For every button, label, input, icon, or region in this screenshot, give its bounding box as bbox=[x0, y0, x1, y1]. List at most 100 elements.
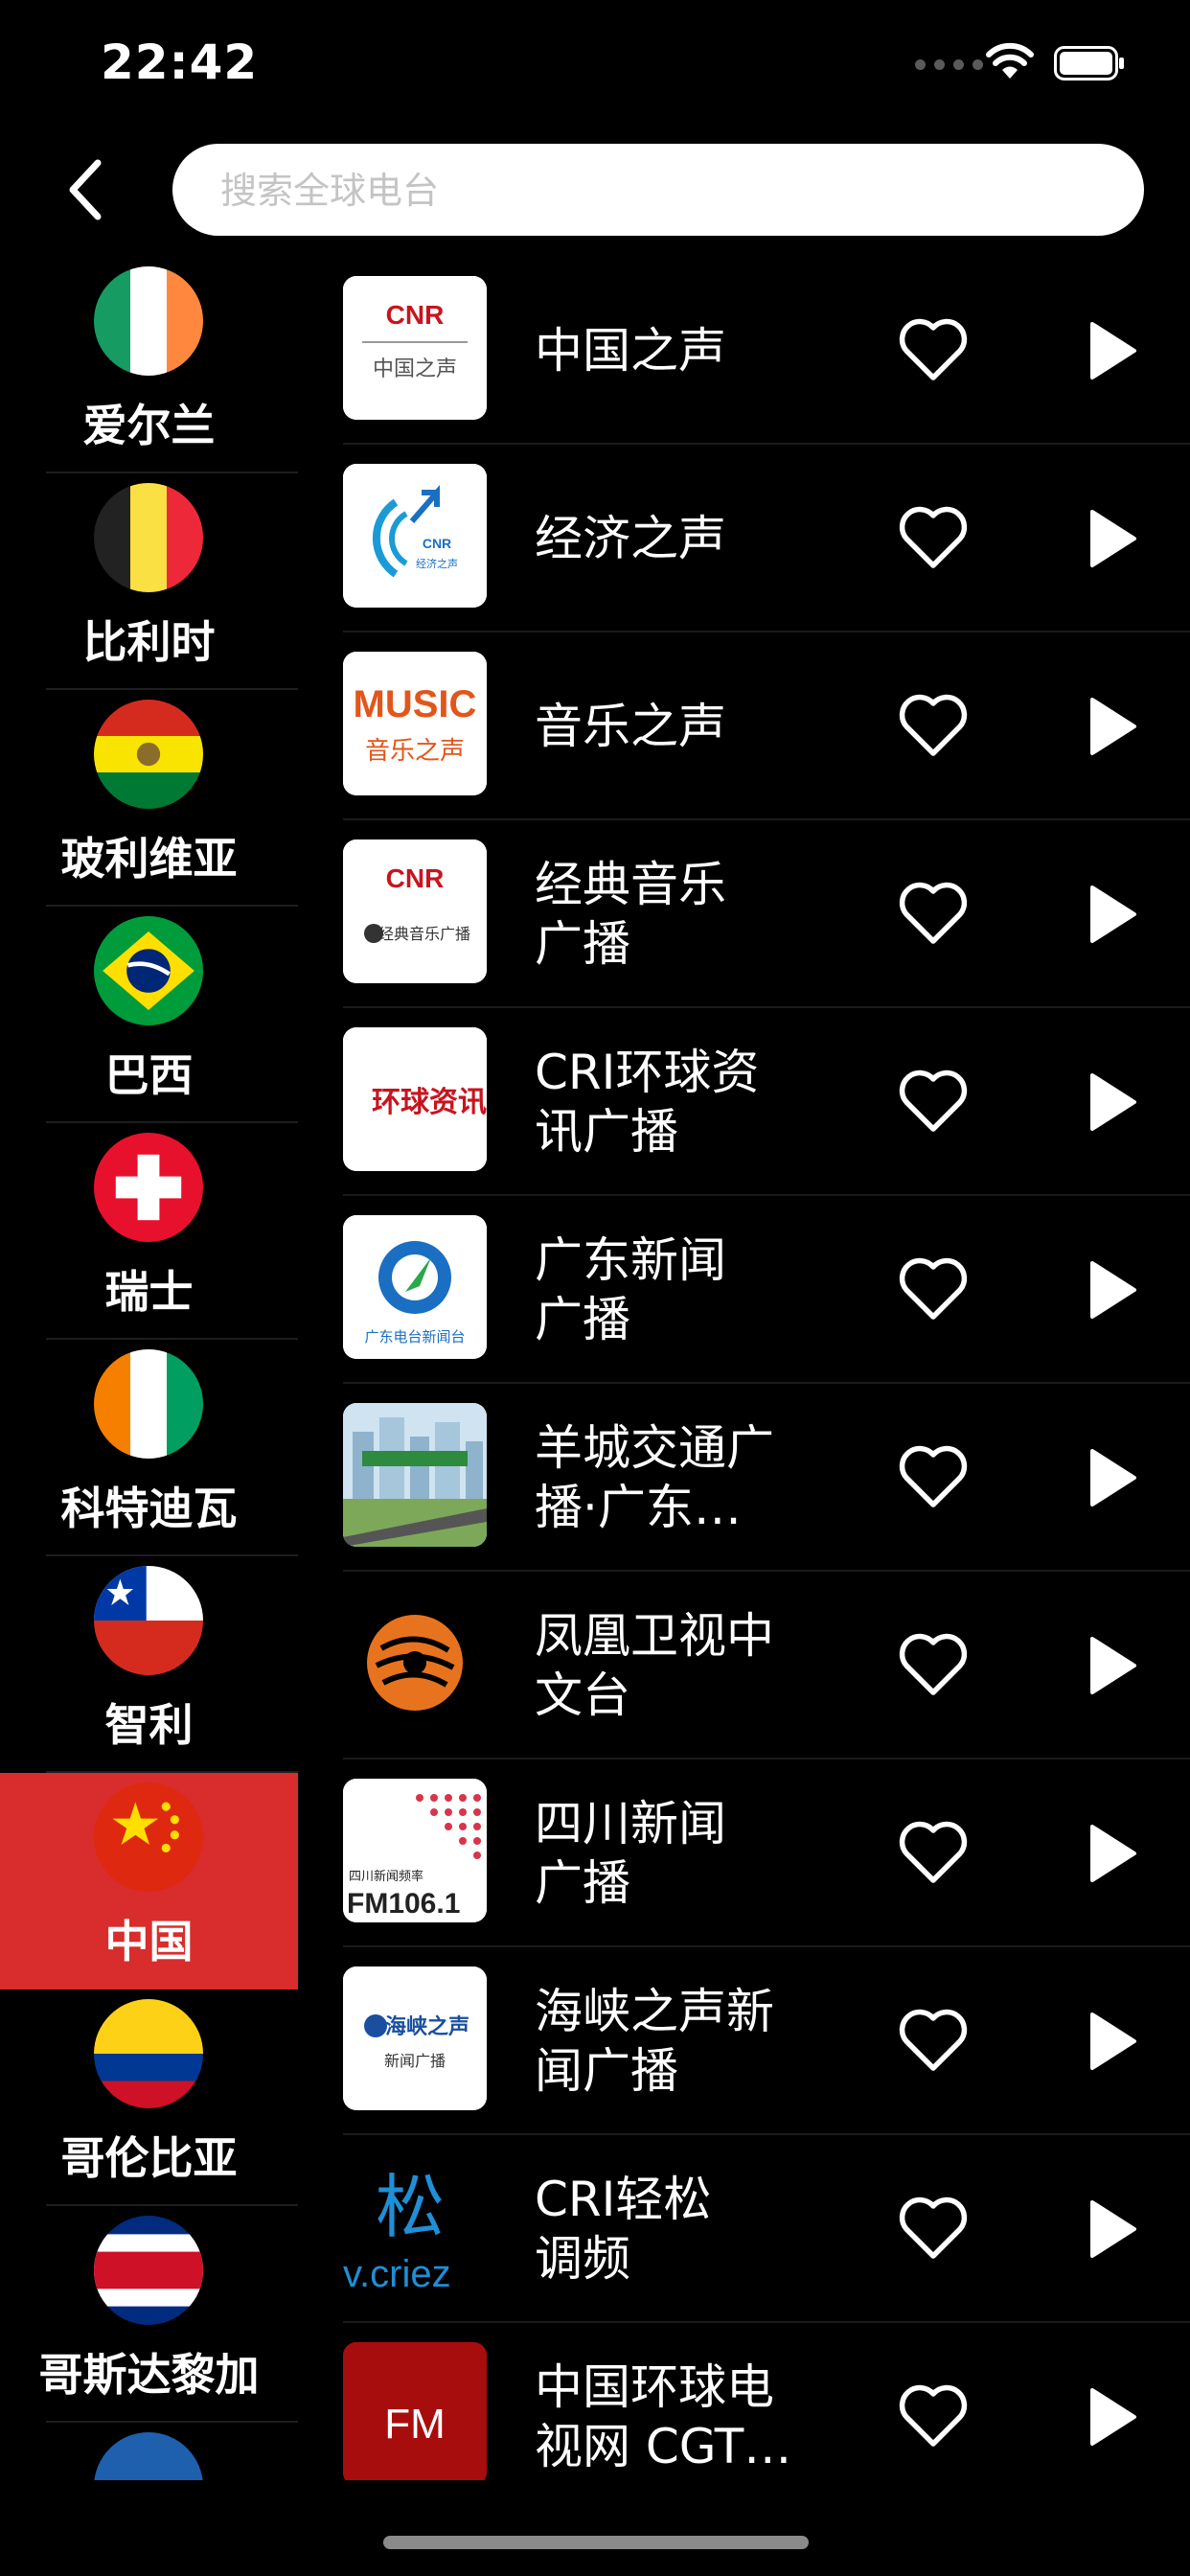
station-name: 经济之声 bbox=[535, 511, 726, 566]
cellular-signal-icon bbox=[915, 59, 983, 70]
play-icon[interactable] bbox=[1081, 1070, 1140, 1135]
country-name: 智利 bbox=[104, 1699, 194, 1751]
station-logo: 松 v.criez bbox=[343, 2154, 487, 2298]
heart-icon[interactable] bbox=[897, 502, 970, 571]
switzerland-flag-icon bbox=[94, 1133, 203, 1242]
svg-text:松: 松 bbox=[376, 2167, 445, 2247]
status-time: 22:42 bbox=[101, 34, 259, 90]
svg-text:经济之声: 经济之声 bbox=[416, 557, 458, 570]
heart-icon[interactable] bbox=[897, 1066, 970, 1135]
country-list[interactable]: 爱尔兰 比利时 玻利维亚 巴西 瑞士 科特迪瓦 智利 中国 哥伦比亚 哥斯达黎加 bbox=[0, 257, 298, 2480]
play-icon[interactable] bbox=[1081, 1821, 1140, 1886]
country-item-colombia[interactable]: 哥伦比亚 bbox=[0, 1990, 298, 2206]
heart-icon[interactable] bbox=[897, 1441, 970, 1510]
station-row[interactable]: 环球资讯 CRI环球资 讯广播 bbox=[343, 1008, 1190, 1196]
country-item-belgium[interactable]: 比利时 bbox=[0, 473, 298, 690]
play-icon[interactable] bbox=[1081, 2196, 1140, 2262]
heart-icon[interactable] bbox=[897, 2193, 970, 2262]
costa-rica-flag-icon bbox=[94, 2216, 203, 2325]
belgium-flag-icon bbox=[94, 483, 203, 592]
station-row[interactable]: CNR 中国之声 中国之声 bbox=[343, 257, 1190, 445]
station-row[interactable]: CNR 经典音乐广播 经典音乐 广播 bbox=[343, 820, 1190, 1008]
country-name: 中国 bbox=[104, 1916, 194, 1967]
station-name: 羊城交通广 播·广东… bbox=[535, 1420, 774, 1535]
station-logo bbox=[343, 1591, 487, 1735]
station-name: 中国环球电 视网 CGT… bbox=[535, 2359, 792, 2474]
station-name: 海峡之声新 闻广播 bbox=[535, 1984, 774, 2099]
station-row[interactable]: 羊城交通广 播·广东… bbox=[343, 1384, 1190, 1572]
brazil-flag-icon bbox=[94, 916, 203, 1025]
heart-icon[interactable] bbox=[897, 314, 970, 383]
country-item-costa-rica[interactable]: 哥斯达黎加 bbox=[0, 2206, 298, 2423]
station-row[interactable]: 广东电台新闻台 广东新闻 广播 bbox=[343, 1196, 1190, 1384]
play-icon[interactable] bbox=[1081, 1445, 1140, 1510]
station-row[interactable]: 松 v.criez CRI轻松 调频 bbox=[343, 2135, 1190, 2323]
station-row[interactable]: MUSIC 音乐之声 音乐之声 bbox=[343, 632, 1190, 820]
svg-text:广东电台新闻台: 广东电台新闻台 bbox=[364, 1328, 465, 1346]
ivory-coast-flag-icon bbox=[94, 1349, 203, 1459]
station-logo: CNR 经济之声 bbox=[343, 464, 487, 608]
station-row[interactable]: 海峡之声 新闻广播 海峡之声新 闻广播 bbox=[343, 1947, 1190, 2135]
play-icon[interactable] bbox=[1081, 694, 1140, 759]
play-icon[interactable] bbox=[1081, 882, 1140, 947]
country-name: 哥斯达黎加 bbox=[38, 2349, 260, 2401]
station-name: 四川新闻 广播 bbox=[535, 1796, 726, 1911]
play-icon[interactable] bbox=[1081, 318, 1140, 383]
svg-text:新闻广播: 新闻广播 bbox=[384, 2052, 446, 2070]
search-bar[interactable] bbox=[172, 144, 1148, 238]
svg-text:v.criez: v.criez bbox=[343, 2253, 451, 2295]
back-button[interactable] bbox=[56, 153, 113, 226]
station-logo: 海峡之声 新闻广播 bbox=[343, 1966, 487, 2110]
country-name: 哥伦比亚 bbox=[60, 2132, 238, 2184]
play-icon[interactable] bbox=[1081, 2384, 1140, 2450]
station-row[interactable]: FM 中国环球电 视网 CGT… bbox=[343, 2323, 1190, 2480]
station-row[interactable]: 凤凰卫视中 文台 bbox=[343, 1572, 1190, 1760]
heart-icon[interactable] bbox=[897, 878, 970, 947]
station-logo bbox=[343, 1403, 487, 1547]
station-logo: MUSIC 音乐之声 bbox=[343, 652, 487, 795]
country-name: 瑞士 bbox=[104, 1266, 194, 1318]
country-item-ivory-coast[interactable]: 科特迪瓦 bbox=[0, 1340, 298, 1556]
country-item-china[interactable]: 中国 bbox=[0, 1773, 298, 1990]
station-row[interactable]: CNR 经济之声 经济之声 bbox=[343, 445, 1190, 632]
country-name: 比利时 bbox=[82, 616, 216, 668]
search-input[interactable] bbox=[218, 144, 1148, 238]
heart-icon[interactable] bbox=[897, 1254, 970, 1322]
chile-flag-icon bbox=[94, 1566, 203, 1675]
heart-icon[interactable] bbox=[897, 2005, 970, 2074]
chevron-left-icon bbox=[69, 159, 102, 220]
station-logo: CNR 中国之声 bbox=[343, 276, 487, 420]
station-logo: 环球资讯 bbox=[343, 1027, 487, 1171]
china-flag-icon bbox=[94, 1782, 203, 1892]
heart-icon[interactable] bbox=[897, 1629, 970, 1698]
ireland-flag-icon bbox=[94, 266, 203, 376]
svg-text:经典音乐广播: 经典音乐广播 bbox=[378, 925, 470, 943]
play-icon[interactable] bbox=[1081, 1257, 1140, 1322]
station-logo: CNR 经典音乐广播 bbox=[343, 840, 487, 983]
station-list[interactable]: CNR 中国之声 中国之声 CNR 经济之声 经济之声 MUSIC 音乐之声 音… bbox=[343, 257, 1190, 2480]
country-item-ireland[interactable]: 爱尔兰 bbox=[0, 257, 298, 473]
play-icon[interactable] bbox=[1081, 2009, 1140, 2074]
svg-text:CNR: CNR bbox=[423, 536, 451, 551]
heart-icon[interactable] bbox=[897, 1817, 970, 1886]
battery-icon bbox=[1054, 46, 1124, 80]
heart-icon[interactable] bbox=[897, 690, 970, 759]
country-item-switzerland[interactable]: 瑞士 bbox=[0, 1123, 298, 1340]
play-icon[interactable] bbox=[1081, 506, 1140, 571]
country-name: 爱尔兰 bbox=[82, 400, 216, 451]
station-name: 中国之声 bbox=[535, 323, 726, 379]
wifi-icon bbox=[986, 42, 1034, 79]
country-item-brazil[interactable]: 巴西 bbox=[0, 907, 298, 1123]
station-logo: FM bbox=[343, 2342, 487, 2480]
country-name: 巴西 bbox=[104, 1049, 194, 1101]
country-item-bolivia[interactable]: 玻利维亚 bbox=[0, 690, 298, 907]
country-item-next[interactable] bbox=[0, 2423, 298, 2480]
home-indicator[interactable] bbox=[383, 2536, 809, 2549]
play-icon[interactable] bbox=[1081, 1633, 1140, 1698]
country-name: 玻利维亚 bbox=[60, 833, 238, 885]
heart-icon[interactable] bbox=[897, 2380, 970, 2450]
svg-text:中国之声: 中国之声 bbox=[373, 357, 457, 381]
country-item-chile[interactable]: 智利 bbox=[0, 1556, 298, 1773]
svg-text:FM: FM bbox=[384, 2401, 446, 2448]
station-row[interactable]: 四川新闻频率 FM106.1 四川新闻 广播 bbox=[343, 1760, 1190, 1947]
